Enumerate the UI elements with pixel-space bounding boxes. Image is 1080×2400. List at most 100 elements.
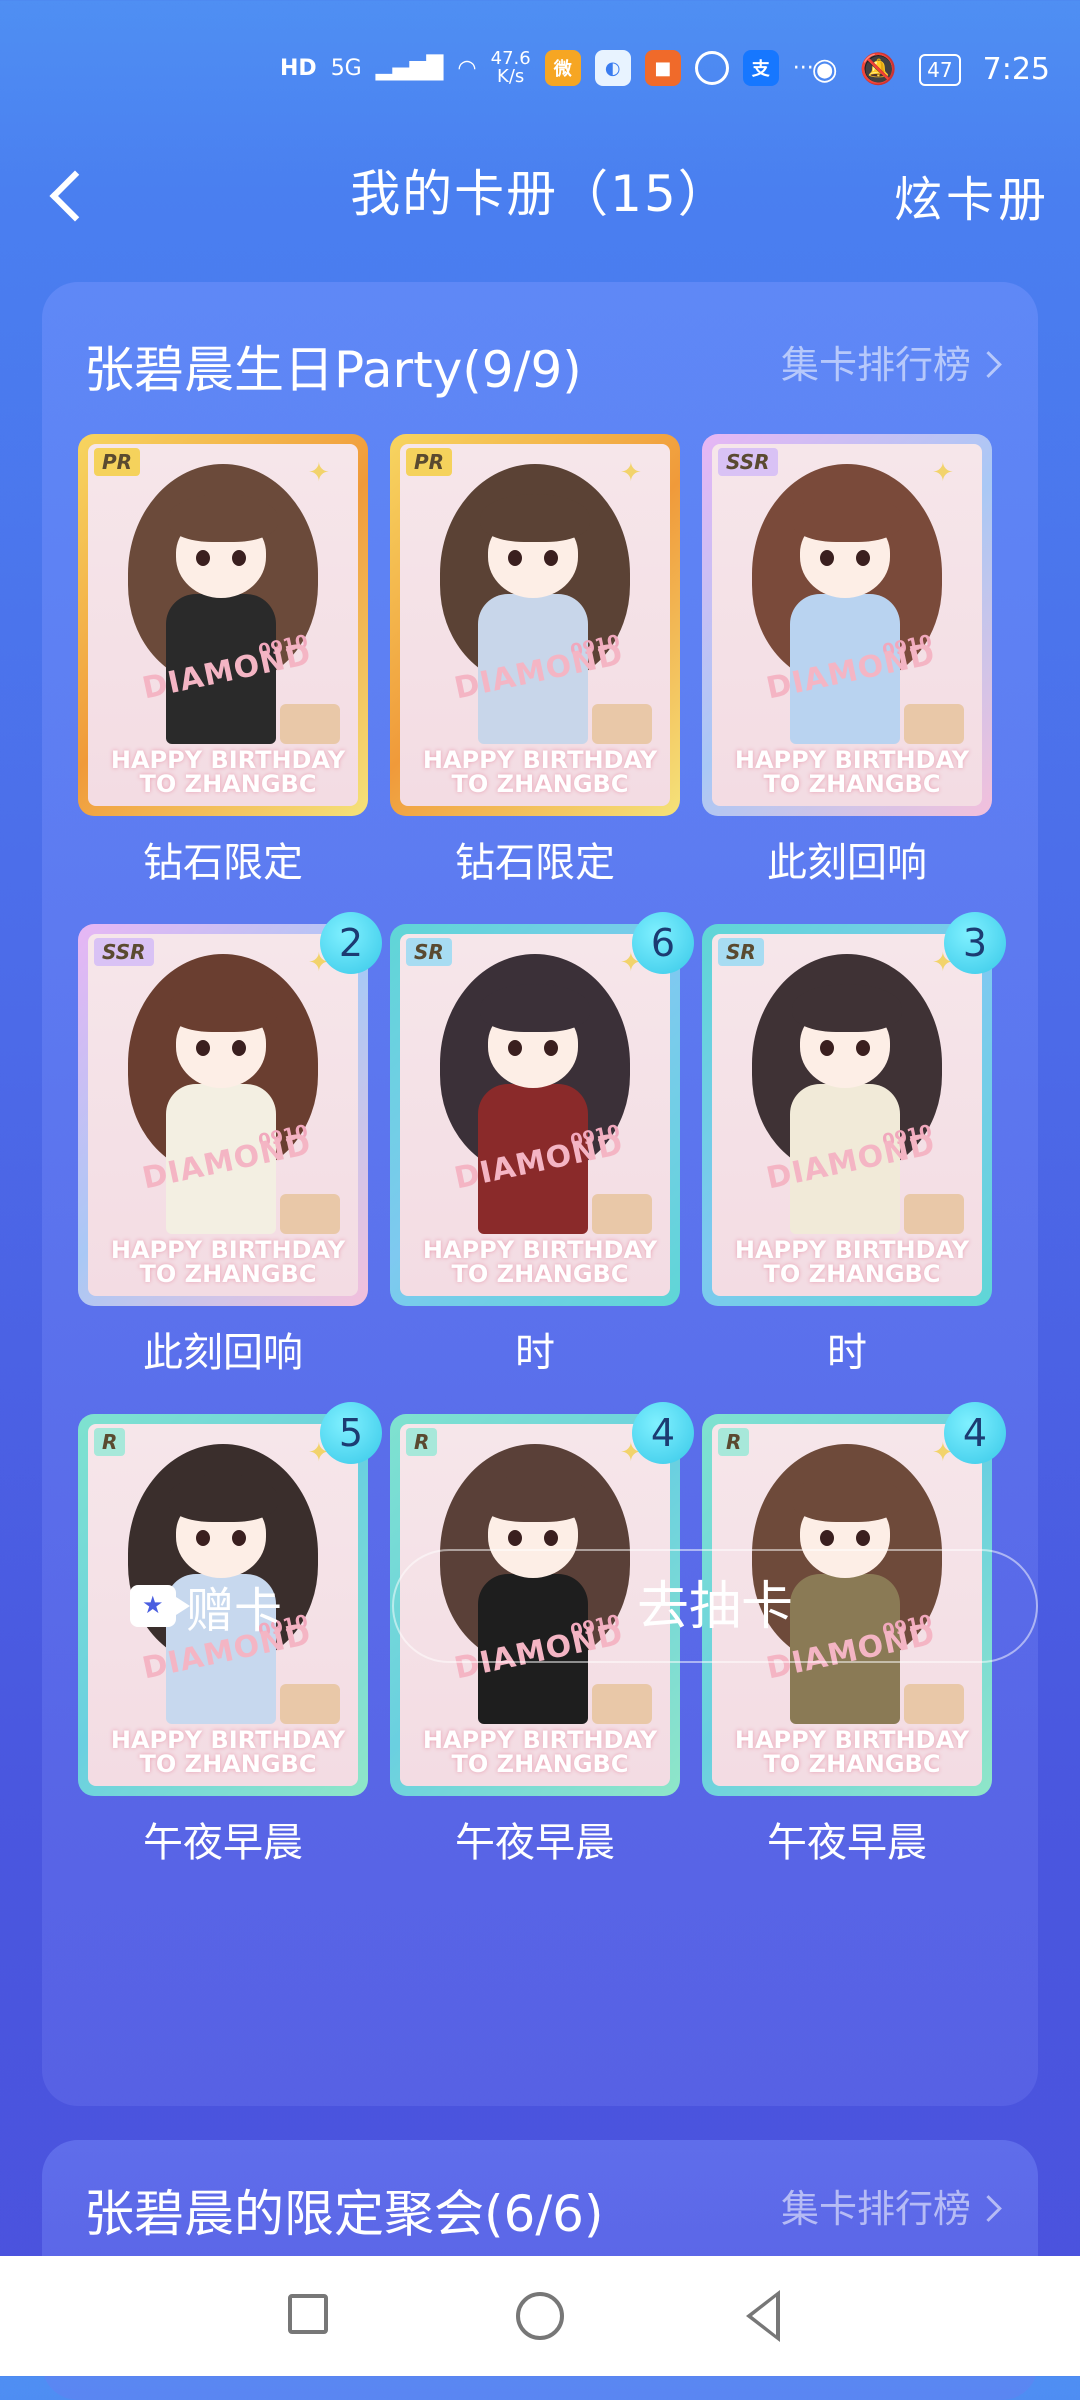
status-right: ◉ 🔕 47 7:25 — [812, 52, 1050, 87]
rarity-badge: SSR — [718, 448, 778, 476]
card-artwork: ✦ 0910 DIAMOND HAPPY BIRTHDAY TO ZHANGBC SR — [712, 934, 982, 1296]
collection-ranking-link-2[interactable]: 集卡排行榜 — [780, 2178, 1002, 2233]
status-left: HD 5G ▂▄▆█ ◠ 47.6 K/s 微 ◐ ■ 支 ··· — [280, 50, 814, 86]
birthday-cake-icon — [280, 1194, 340, 1234]
birthday-line-2: TO ZHANGBC — [451, 770, 629, 798]
birthday-cake-icon — [280, 704, 340, 744]
home-button-icon[interactable] — [516, 2292, 564, 2340]
character-eye — [544, 550, 558, 566]
birthday-banner: HAPPY BIRTHDAY TO ZHANGBC — [724, 1728, 980, 1776]
character-eye — [544, 1530, 558, 1546]
duplicate-count-badge: 4 — [944, 1402, 1006, 1464]
character-eye — [508, 1040, 522, 1056]
character-fringe — [480, 984, 590, 1032]
character-eye — [508, 550, 522, 566]
card-item[interactable]: ✦ 0910 DIAMOND HAPPY BIRTHDAY TO ZHANGBC SSR 此… — [702, 434, 992, 886]
character-fringe — [792, 1474, 902, 1522]
sparkle-icon: ✦ — [932, 458, 954, 488]
signal-bars-icon: ▂▄▆█ — [375, 55, 444, 81]
duplicate-count-badge: 6 — [632, 912, 694, 974]
sparkle-icon: ✦ — [308, 458, 330, 488]
sparkle-icon: ✦ — [620, 458, 642, 488]
birthday-banner: HAPPY BIRTHDAY TO ZHANGBC — [412, 1728, 668, 1776]
ranking-label-2: 集卡排行榜 — [780, 2187, 971, 2231]
app-header: 我的卡册（15） 炫卡册 — [0, 140, 1080, 250]
duplicate-count-badge: 4 — [632, 1402, 694, 1464]
clock: 7:25 — [982, 52, 1050, 87]
rarity-badge: SR — [406, 938, 452, 966]
character-eye — [820, 550, 834, 566]
gift-card-button[interactable]: ★ 赠卡 — [130, 1556, 330, 1656]
character-eye — [232, 1040, 246, 1056]
birthday-cake-icon — [592, 1194, 652, 1234]
birthday-cake-icon — [904, 704, 964, 744]
draw-card-button[interactable]: 去抽卡 — [392, 1549, 1038, 1663]
card-frame: ✦ 0910 DIAMOND HAPPY BIRTHDAY TO ZHANGBC PR — [78, 434, 368, 816]
character-eye — [820, 1530, 834, 1546]
card-name: 钻石限定 — [143, 840, 303, 886]
card-set-title: 张碧晨生日Party(9/9) — [84, 341, 582, 399]
character-eye — [508, 1530, 522, 1546]
card-artwork: ✦ 0910 DIAMOND HAPPY BIRTHDAY TO ZHANGBC SSR — [712, 444, 982, 806]
birthday-line-2: TO ZHANGBC — [451, 1260, 629, 1288]
recents-button-icon[interactable] — [288, 2294, 328, 2334]
rarity-badge: R — [718, 1428, 750, 1456]
birthday-line-2: TO ZHANGBC — [763, 770, 941, 798]
character-eye — [544, 1040, 558, 1056]
birthday-cake-icon — [592, 704, 652, 744]
character-eye — [856, 1530, 870, 1546]
card-set-panel: 张碧晨生日Party(9/9) 集卡排行榜 ✦ 0910 DIAMOND HAPPY … — [42, 282, 1038, 2106]
card-name: 时 — [827, 1330, 867, 1376]
birthday-line-2: TO ZHANGBC — [451, 1750, 629, 1778]
more-notifications-icon: ··· — [792, 55, 814, 81]
card-artwork: ✦ 0910 DIAMOND HAPPY BIRTHDAY TO ZHANGBC SSR — [88, 934, 358, 1296]
chevron-right-icon — [975, 351, 1002, 378]
birthday-banner: HAPPY BIRTHDAY TO ZHANGBC — [724, 748, 980, 796]
card-set-title-2: 张碧晨的限定聚会(6/6) — [84, 2185, 604, 2243]
rarity-badge: R — [406, 1428, 438, 1456]
rarity-badge: SR — [718, 938, 764, 966]
showcase-album-button[interactable]: 炫卡册 — [894, 160, 1050, 230]
network-speed: 47.6 K/s — [491, 50, 531, 86]
character-eye — [856, 550, 870, 566]
collection-ranking-link[interactable]: 集卡排行榜 — [781, 334, 1002, 389]
character-eye — [232, 550, 246, 566]
card-artwork: ✦ 0910 DIAMOND HAPPY BIRTHDAY TO ZHANGBC PR — [400, 444, 670, 806]
signal-indicator: 5G — [330, 55, 362, 81]
app-notification-icon: ◐ — [594, 50, 631, 86]
card-name: 时 — [515, 1330, 555, 1376]
loading-ring-icon — [694, 51, 729, 85]
duplicate-count-badge: 5 — [320, 1402, 382, 1464]
mute-bell-icon: 🔕 — [859, 52, 898, 87]
character-eye — [856, 1040, 870, 1056]
character-eye — [196, 1530, 210, 1546]
status-bar: HD 5G ▂▄▆█ ◠ 47.6 K/s 微 ◐ ■ 支 ··· ◉ 🔕 47… — [0, 0, 1080, 140]
eye-comfort-icon: ◉ — [811, 52, 838, 87]
gift-card-label: 赠卡 — [186, 1583, 283, 1639]
card-item[interactable]: ✦ 0910 DIAMOND HAPPY BIRTHDAY TO ZHANGBC SSR 2… — [78, 912, 382, 1376]
card-item[interactable]: ✦ 0910 DIAMOND HAPPY BIRTHDAY TO ZHANGBC PR 钻石… — [390, 434, 680, 886]
card-item[interactable]: ✦ 0910 DIAMOND HAPPY BIRTHDAY TO ZHANGBC SR 3 时 — [702, 912, 1006, 1376]
character-eye — [820, 1040, 834, 1056]
card-frame: ✦ 0910 DIAMOND HAPPY BIRTHDAY TO ZHANGBC SR — [702, 924, 992, 1306]
character-eye — [196, 550, 210, 566]
birthday-cake-icon — [904, 1684, 964, 1724]
character-fringe — [792, 494, 902, 542]
speed-unit: K/s — [497, 66, 525, 87]
character-eye — [232, 1530, 246, 1546]
app-notification-icon-2: ■ — [644, 50, 681, 86]
birthday-banner: HAPPY BIRTHDAY TO ZHANGBC — [100, 1728, 356, 1776]
card-item[interactable]: ✦ 0910 DIAMOND HAPPY BIRTHDAY TO ZHANGBC PR 钻石… — [78, 434, 368, 886]
character-fringe — [168, 1474, 278, 1522]
card-frame: ✦ 0910 DIAMOND HAPPY BIRTHDAY TO ZHANGBC PR — [390, 434, 680, 816]
chevron-right-icon — [975, 2195, 1002, 2222]
card-name: 午夜早晨 — [767, 1820, 927, 1866]
card-frame: ✦ 0910 DIAMOND HAPPY BIRTHDAY TO ZHANGBC SR — [390, 924, 680, 1306]
rarity-badge: PR — [94, 448, 141, 476]
card-name: 午夜早晨 — [455, 1820, 615, 1866]
card-item[interactable]: ✦ 0910 DIAMOND HAPPY BIRTHDAY TO ZHANGBC SR 6 时 — [390, 912, 694, 1376]
back-button-icon[interactable] — [746, 2290, 780, 2342]
card-artwork: ✦ 0910 DIAMOND HAPPY BIRTHDAY TO ZHANGBC PR — [88, 444, 358, 806]
rarity-badge: R — [94, 1428, 126, 1456]
card-name: 此刻回响 — [767, 840, 927, 886]
